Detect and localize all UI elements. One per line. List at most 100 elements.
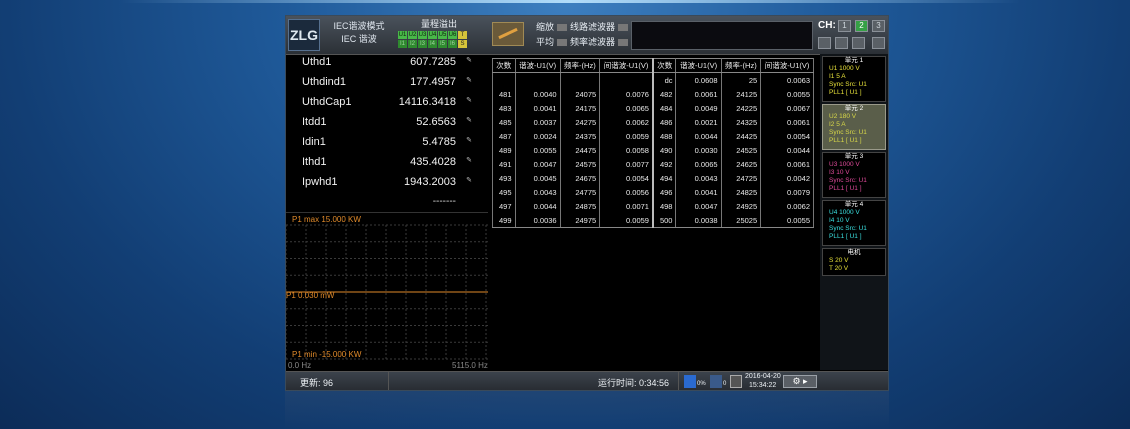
table-cell: 0.0063 [760, 72, 814, 87]
current-chip: S [458, 40, 467, 48]
voltage-chip: T [458, 31, 467, 39]
table-cell: 0.0045 [514, 171, 561, 185]
unit-title: 单元 1 [844, 57, 864, 64]
measurement-row[interactable]: Uthdind1 177.4957 ✎ [302, 76, 486, 94]
table-row: 487 0.0024 24375 0.0059 488 0.0044 24425 0.0054 [492, 129, 814, 143]
edit-icon[interactable]: ✎ [466, 56, 472, 64]
measurement-row[interactable]: Ithd1 435.4028 ✎ [302, 156, 486, 174]
logo: ZLG [288, 19, 320, 51]
update-counter: 更新: 96 [300, 378, 334, 388]
measurement-name: Idin1 [302, 136, 326, 148]
unit-line: PLL1 [ U1 ] [829, 89, 862, 96]
freq-filter-label: 频率滤波器 [570, 37, 616, 47]
table-cell: 0.0040 [514, 87, 561, 101]
filter-panel: 缩放 线路滤波器 平均 频率滤波器 [536, 20, 631, 50]
top-toolbar: ZLG IEC谐波模式 IEC 谐波 量程溢出 U1 U2 U3 U4 U5 U6 T I1… [286, 16, 888, 55]
table-cell: 0.0055 [760, 87, 814, 101]
unit-line: PLL1 [ U1 ] [829, 185, 862, 192]
measurement-name: UthdCap1 [302, 96, 352, 108]
table-cell: 24925 [720, 199, 762, 213]
table-cell: 500 [651, 213, 677, 228]
measurement-value: 52.6563 [416, 116, 456, 128]
average-label: 平均 [536, 37, 555, 47]
table-cell: 0.0061 [675, 87, 722, 101]
table-cell: 494 [651, 171, 677, 185]
view-button-3[interactable] [852, 37, 865, 49]
storage-percent: 0% [697, 381, 706, 387]
measurement-row[interactable]: UthdCap1 14116.3418 ✎ [302, 96, 486, 114]
table-cell: 24725 [720, 171, 762, 185]
usb-count: 0 [723, 381, 727, 387]
table-cell: 498 [651, 199, 677, 213]
measurement-row[interactable]: Uthd1 607.7285 ✎ [302, 56, 486, 74]
measurement-row[interactable]: Ipwhd1 1943.2003 ✎ [302, 176, 486, 194]
tool-button[interactable] [492, 22, 524, 46]
table-cell: 24575 [559, 157, 601, 171]
status-divider [388, 372, 389, 390]
ch-button-2[interactable]: 2 [855, 20, 868, 32]
view-button-2[interactable] [835, 37, 848, 49]
unit-panel-1[interactable]: 单元 1 U1 1000 V I1 5 A Sync Src: U1 PLL1 [ U1… [822, 56, 886, 102]
table-cell: 0.0041 [514, 101, 561, 115]
tool-icon [498, 27, 518, 40]
table-cell: 0.0061 [760, 157, 814, 171]
table-cell: 0.0043 [675, 171, 722, 185]
view-button-4[interactable] [872, 37, 885, 49]
measurement-row[interactable]: Itdd1 52.6563 ✎ [302, 116, 486, 134]
harmonic-table: 次数 谐波-U1(V) 频率-(Hz) 间谐波-U1(V) 次数 谐波-U1(V) 频率-(… [492, 58, 814, 228]
message-display [631, 21, 813, 50]
table-cell: 0.0065 [599, 101, 654, 115]
filter-row-1[interactable]: 缩放 线路滤波器 [536, 20, 631, 35]
table-cell: 24225 [720, 101, 762, 115]
column-header: 间谐波-U1(V) [599, 58, 654, 73]
screen-reflection [285, 391, 889, 429]
table-cell: 24275 [559, 115, 601, 129]
measurement-name: Ipwhd1 [302, 176, 338, 188]
measurement-row[interactable]: Idin1 5.4785 ✎ [302, 136, 486, 154]
settings-button[interactable]: ⚙ ▸ [783, 375, 817, 388]
table-cell: 482 [651, 87, 677, 101]
table-cell: 492 [651, 157, 677, 171]
measurement-value: 177.4957 [410, 76, 456, 88]
zoom-indicator [557, 24, 568, 32]
edit-icon[interactable]: ✎ [466, 96, 472, 104]
unit-panel-4[interactable]: 单元 4 U4 1000 V I4 10 V Sync Src: U1 PLL1 [ U… [822, 200, 886, 246]
table-cell: 24325 [720, 115, 762, 129]
table-cell: 0.0061 [760, 115, 814, 129]
ch-button-1[interactable]: 1 [838, 20, 851, 32]
freq-filter-indicator [618, 39, 629, 47]
edit-icon[interactable]: ✎ [466, 76, 472, 84]
graph-x-start: 0.0 Hz [288, 361, 312, 370]
average-indicator [557, 39, 568, 47]
voltage-chip: U4 [428, 31, 437, 39]
usb-icon [710, 375, 722, 388]
edit-icon[interactable]: ✎ [466, 116, 472, 124]
status-divider [678, 372, 679, 390]
mode-selector[interactable]: IEC谐波模式 IEC 谐波 [324, 20, 394, 46]
unit-title: 电机 [847, 249, 861, 256]
unit-panel-2[interactable]: 单元 2 U2 180 V I2 5 A Sync Src: U1 PLL1 [ U1 … [822, 104, 886, 150]
unit-line: T 20 V [829, 265, 849, 272]
table-cell: 0.0079 [760, 185, 814, 199]
table-row: 497 0.0044 24875 0.0071 498 0.0047 24925 0.0062 [492, 199, 814, 213]
view-button-1[interactable] [818, 37, 831, 49]
unit-line: U1 1000 V [829, 65, 860, 72]
table-cell: 0.0041 [675, 185, 722, 199]
table-cell: 481 [492, 87, 516, 101]
table-cell [492, 72, 516, 87]
table-cell: 0.0077 [599, 157, 654, 171]
column-header: 次数 [651, 58, 677, 73]
edit-icon[interactable]: ✎ [466, 136, 472, 144]
unit-panel-5[interactable]: 电机 S 20 VT 20 V [822, 248, 886, 276]
table-cell: 24125 [720, 87, 762, 101]
unit-line: I1 5 A [829, 73, 846, 80]
voltage-chip: U6 [448, 31, 457, 39]
ch-button-3[interactable]: 3 [872, 20, 885, 32]
filter-row-2[interactable]: 平均 频率滤波器 [536, 35, 631, 50]
unit-panel-3[interactable]: 单元 3 U3 1000 V I3 10 V Sync Src: U1 PLL1 [ U… [822, 152, 886, 198]
edit-icon[interactable]: ✎ [466, 176, 472, 184]
table-cell: 24825 [720, 185, 762, 199]
unit-line: Sync Src: U1 [829, 129, 867, 136]
edit-icon[interactable]: ✎ [466, 156, 472, 164]
table-row: dc 0.0608 25 0.0063 [492, 72, 814, 87]
